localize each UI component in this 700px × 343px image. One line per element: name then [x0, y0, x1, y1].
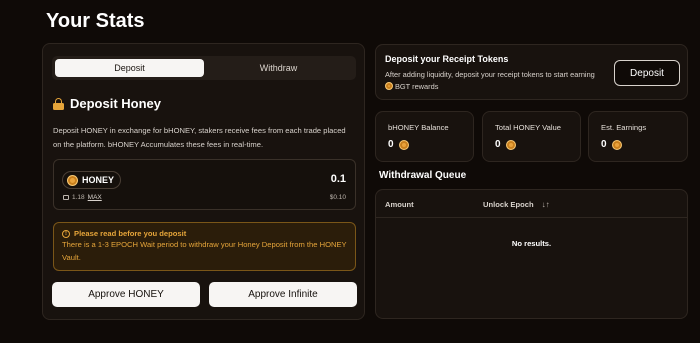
stat-label: bHONEY Balance	[388, 123, 449, 132]
stat-card-bhoney-balance: bHONEY Balance 0	[375, 111, 474, 162]
token-selector[interactable]: HONEY	[62, 171, 122, 189]
stat-label: Total HONEY Value	[495, 123, 561, 132]
deposit-panel: Deposit Withdraw Deposit Honey Deposit H…	[42, 43, 365, 320]
empty-state: No results.	[511, 239, 552, 248]
withdrawal-queue-title: Withdrawal Queue	[379, 170, 467, 181]
column-header-unlock-epoch-label: Unlock Epoch	[483, 200, 534, 209]
info-icon: !	[62, 229, 70, 238]
receipt-title: Deposit your Receipt Tokens	[385, 54, 509, 64]
wallet-balance: 1.18 MAX	[63, 194, 102, 201]
wallet-icon	[63, 195, 69, 200]
bgt-token-icon	[385, 82, 393, 90]
receipt-text-line1: After adding liquidity, deposit your rec…	[385, 70, 595, 79]
stat-value: 0	[495, 139, 501, 150]
warning-body: There is a 1-3 EPOCH Wait period to with…	[62, 240, 347, 262]
stat-value: 0	[388, 139, 394, 150]
deposit-receipt-button[interactable]: Deposit	[614, 60, 680, 86]
amount-input[interactable]: 0.1	[331, 173, 346, 185]
page-title: Your Stats	[46, 10, 145, 32]
deposit-amount-field[interactable]: HONEY 1.18 MAX 0.1 $0.10	[53, 159, 356, 210]
token-symbol: HONEY	[82, 175, 115, 185]
honey-token-icon	[67, 174, 78, 186]
sort-icon[interactable]: ↓↑	[542, 200, 550, 209]
table-header: Amount Unlock Epoch ↓↑	[376, 190, 687, 218]
receipt-text-line2: BGT rewards	[395, 82, 439, 91]
approve-honey-button[interactable]: Approve HONEY	[52, 282, 200, 307]
stat-card-est-earnings: Est. Earnings 0	[588, 111, 688, 162]
stat-card-total-honey-value: Total HONEY Value 0	[482, 111, 581, 162]
approve-infinite-button[interactable]: Approve Infinite	[209, 282, 357, 307]
lock-icon	[53, 97, 64, 110]
max-button[interactable]: MAX	[88, 194, 102, 201]
deposit-description: Deposit HONEY in exchange for bHONEY, st…	[53, 126, 346, 149]
receipt-tokens-card: Deposit your Receipt Tokens After adding…	[375, 44, 688, 100]
warning-title: Please read before you deposit	[74, 229, 187, 238]
deposit-honey-heading: Deposit Honey	[53, 96, 161, 111]
honey-token-icon	[505, 139, 516, 150]
deposit-warning: ! Please read before you deposit There i…	[53, 222, 356, 271]
wallet-balance-value: 1.18	[72, 194, 85, 201]
deposit-title: Deposit Honey	[70, 96, 162, 111]
stat-label: Est. Earnings	[601, 123, 647, 132]
stat-value: 0	[601, 139, 607, 150]
usd-value: $0.10	[329, 194, 346, 201]
column-header-unlock-epoch[interactable]: Unlock Epoch ↓↑	[483, 200, 550, 209]
tab-withdraw[interactable]: Withdraw	[204, 59, 353, 77]
receipt-description: After adding liquidity, deposit your rec…	[385, 69, 625, 93]
honey-token-icon	[398, 139, 409, 150]
column-header-amount[interactable]: Amount	[385, 200, 414, 209]
honey-token-icon	[611, 139, 622, 150]
withdrawal-queue-table: Amount Unlock Epoch ↓↑ No results.	[375, 189, 688, 319]
deposit-withdraw-tabs: Deposit Withdraw	[52, 56, 356, 80]
tab-deposit[interactable]: Deposit	[55, 59, 204, 77]
